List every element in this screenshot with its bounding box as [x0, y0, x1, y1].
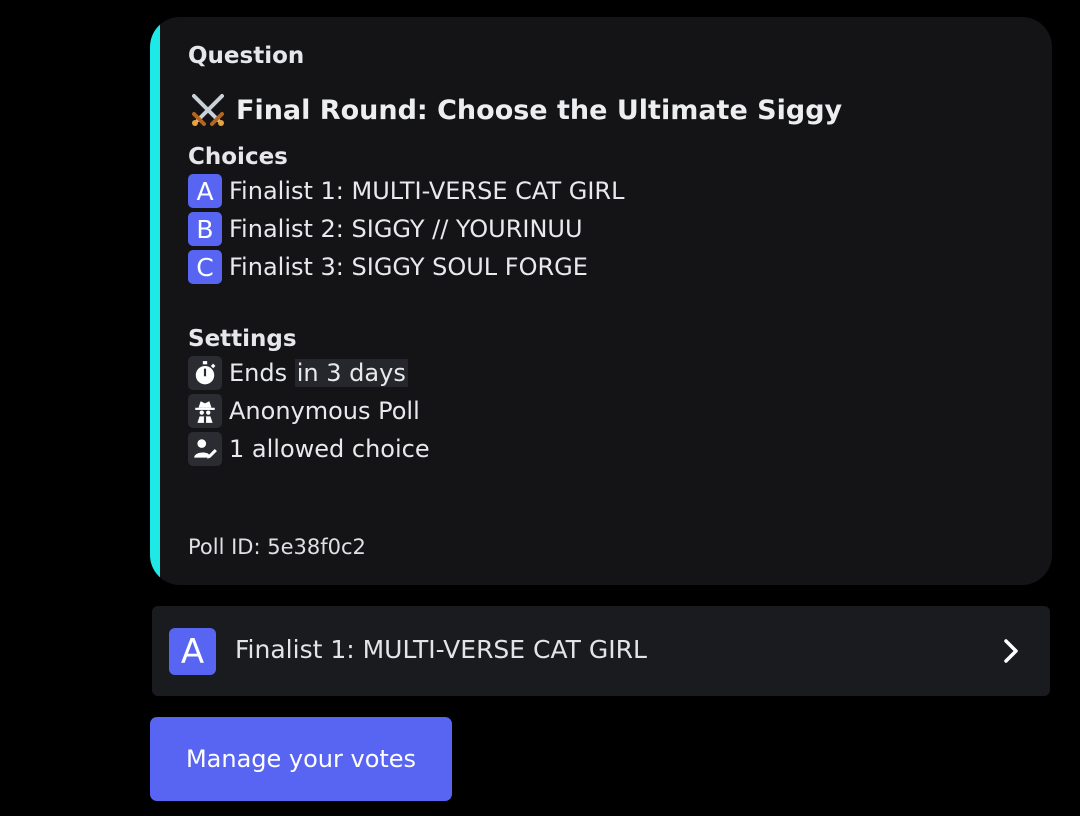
crossed-swords-icon	[188, 90, 228, 130]
choice-item: C Finalist 3: SIGGY SOUL FORGE	[188, 248, 1032, 286]
user-edit-icon	[188, 432, 222, 466]
allowed-label: 1 allowed choice	[229, 435, 430, 463]
question-text: Final Round: Choose the Ultimate Siggy	[236, 94, 843, 126]
setting-allowed: 1 allowed choice	[188, 430, 1032, 468]
letter-c-icon: C	[188, 250, 222, 284]
choices-heading: Choices	[188, 144, 288, 170]
question-line: Final Round: Choose the Ultimate Siggy	[188, 88, 1032, 132]
letter-a-icon: A	[169, 628, 216, 675]
manage-votes-button[interactable]: Manage your votes	[150, 717, 452, 801]
question-heading: Question	[188, 43, 305, 69]
ends-prefix: Ends	[229, 359, 288, 387]
stopwatch-icon	[188, 356, 222, 390]
ends-timestamp: in 3 days	[294, 359, 408, 387]
choice-label: Finalist 2: SIGGY // YOURINUU	[229, 215, 583, 243]
poll-embed: Question Final Round: Choose the Ultimat…	[150, 17, 1052, 585]
letter-a-icon: A	[188, 174, 222, 208]
spy-icon	[188, 394, 222, 428]
poll-id: Poll ID: 5e38f0c2	[188, 535, 366, 559]
embed-accent-bar	[150, 17, 160, 585]
embed-content: Question Final Round: Choose the Ultimat…	[188, 41, 1032, 468]
settings-heading: Settings	[188, 326, 297, 352]
anonymous-label: Anonymous Poll	[229, 397, 420, 425]
letter-b-icon: B	[188, 212, 222, 246]
setting-anonymous: Anonymous Poll	[188, 392, 1032, 430]
choice-select[interactable]: A Finalist 1: MULTI-VERSE CAT GIRL	[152, 606, 1050, 696]
setting-duration: Ends in 3 days	[188, 354, 1032, 392]
choice-label: Finalist 1: MULTI-VERSE CAT GIRL	[229, 177, 625, 205]
choice-label: Finalist 3: SIGGY SOUL FORGE	[229, 253, 588, 281]
select-label: Finalist 1: MULTI-VERSE CAT GIRL	[235, 635, 647, 664]
choice-item: B Finalist 2: SIGGY // YOURINUU	[188, 210, 1032, 248]
choice-item: A Finalist 1: MULTI-VERSE CAT GIRL	[188, 172, 1032, 210]
chevron-right-icon[interactable]	[996, 636, 1026, 666]
